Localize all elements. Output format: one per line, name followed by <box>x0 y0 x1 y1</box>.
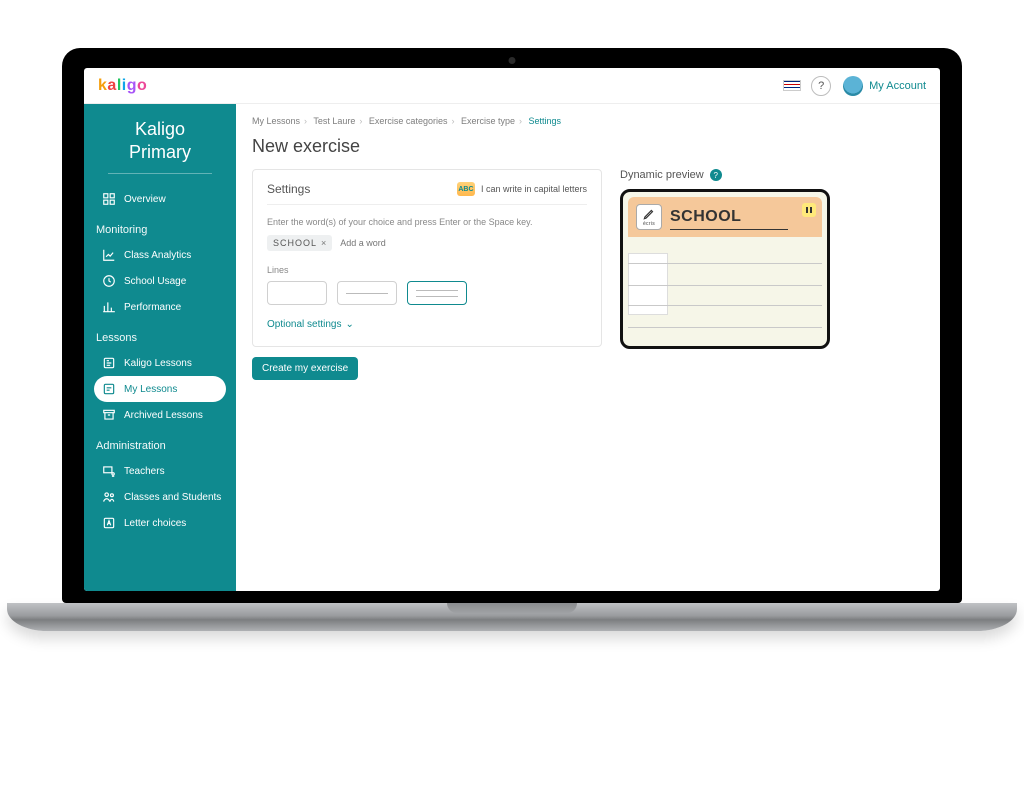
camera-dot <box>509 57 516 64</box>
line-option-double[interactable] <box>407 281 467 305</box>
sidebar-item-teachers[interactable]: Teachers <box>94 458 226 484</box>
sidebar-item-classes-students[interactable]: Classes and Students <box>94 484 226 510</box>
chart-icon <box>102 248 116 262</box>
laptop-mockup: kaligo ? My Account Kaligo Primary <box>62 48 962 631</box>
sidebar-title: Kaligo Primary <box>94 118 226 163</box>
laptop-notch <box>447 603 577 613</box>
account-label: My Account <box>869 80 926 92</box>
capital-letters-icon: ABC <box>457 182 475 196</box>
breadcrumb-link[interactable]: My Lessons <box>252 116 300 126</box>
tablet-preview: écris SCHOOL <box>620 189 830 349</box>
sidebar-section-admin: Administration <box>96 440 224 452</box>
sidebar-item-archived-lessons[interactable]: Archived Lessons <box>94 402 226 428</box>
word-chip-text: SCHOOL <box>273 238 317 248</box>
pencil-icon <box>642 207 656 221</box>
sidebar-section-monitoring: Monitoring <box>96 224 224 236</box>
usage-icon <box>102 274 116 288</box>
sidebar-item-performance[interactable]: Performance <box>94 294 226 320</box>
settings-card: Settings ABC I can write in capital lett… <box>252 169 602 347</box>
info-icon[interactable]: ? <box>710 169 722 181</box>
laptop-base <box>7 603 1017 631</box>
breadcrumb: My Lessons› Test Laure› Exercise categor… <box>252 116 924 126</box>
sidebar-item-label: Performance <box>124 302 181 313</box>
sidebar-item-label: Kaligo Lessons <box>124 358 192 369</box>
sidebar-item-label: Overview <box>124 194 166 205</box>
performance-icon <box>102 300 116 314</box>
my-lessons-icon <box>102 382 116 396</box>
archive-icon <box>102 408 116 422</box>
preview-word: SCHOOL <box>670 208 741 226</box>
sidebar-item-label: School Usage <box>124 276 186 287</box>
breadcrumb-link[interactable]: Exercise categories <box>369 116 448 126</box>
overview-icon <box>102 192 116 206</box>
account-menu[interactable]: My Account <box>843 76 926 96</box>
writing-line <box>628 285 822 286</box>
teachers-icon <box>102 464 116 478</box>
classes-icon <box>102 490 116 504</box>
language-flag-icon[interactable] <box>783 80 801 91</box>
brand-logo[interactable]: kaligo <box>98 77 147 95</box>
sidebar-item-label: My Lessons <box>124 384 177 395</box>
avatar-icon <box>843 76 863 96</box>
preview-underline <box>670 229 788 230</box>
sidebar-item-label: Class Analytics <box>124 250 191 261</box>
pencil-box: écris <box>636 204 662 230</box>
sidebar-divider <box>108 173 212 174</box>
sidebar-item-class-analytics[interactable]: Class Analytics <box>94 242 226 268</box>
sidebar-item-label: Archived Lessons <box>124 410 203 421</box>
sidebar-item-letter-choices[interactable]: Letter choices <box>94 510 226 536</box>
word-hint: Enter the word(s) of your choice and pre… <box>267 217 587 227</box>
sidebar-item-my-lessons[interactable]: My Lessons <box>94 376 226 402</box>
lines-label: Lines <box>267 265 587 275</box>
laptop-screen-frame: kaligo ? My Account Kaligo Primary <box>62 48 962 603</box>
sidebar-item-label: Classes and Students <box>124 492 221 503</box>
word-chip: SCHOOL × <box>267 235 332 251</box>
sidebar-item-kaligo-lessons[interactable]: Kaligo Lessons <box>94 350 226 376</box>
app-screen: kaligo ? My Account Kaligo Primary <box>84 68 940 591</box>
preview-writing-area <box>628 245 822 345</box>
help-button[interactable]: ? <box>811 76 831 96</box>
breadcrumb-current: Settings <box>529 116 562 126</box>
capability-text: I can write in capital letters <box>481 184 587 194</box>
page-title: New exercise <box>252 136 924 157</box>
kaligo-lessons-icon <box>102 356 116 370</box>
main-content: My Lessons› Test Laure› Exercise categor… <box>236 104 940 591</box>
preview-column: Dynamic preview ? écris SCHOOL <box>620 169 924 349</box>
sidebar-section-lessons: Lessons <box>96 332 224 344</box>
pause-icon <box>802 203 816 217</box>
line-option-single[interactable] <box>337 281 397 305</box>
pencil-caption: écris <box>643 221 655 227</box>
create-exercise-button[interactable]: Create my exercise <box>252 357 358 380</box>
writing-line <box>628 263 822 264</box>
breadcrumb-link[interactable]: Test Laure <box>313 116 355 126</box>
app-body: Kaligo Primary Overview Monitoring <box>84 104 940 591</box>
writing-line <box>628 305 822 306</box>
card-divider <box>267 204 587 205</box>
line-option-none[interactable] <box>267 281 327 305</box>
chevron-down-icon: ⌄ <box>346 319 354 330</box>
sidebar: Kaligo Primary Overview Monitoring <box>84 104 236 591</box>
sidebar-item-overview[interactable]: Overview <box>94 186 226 212</box>
letters-icon <box>102 516 116 530</box>
word-input-row: SCHOOL × <box>267 235 587 251</box>
top-bar: kaligo ? My Account <box>84 68 940 104</box>
line-options <box>267 281 587 305</box>
writing-line <box>628 327 822 328</box>
settings-heading: Settings <box>267 182 310 196</box>
sidebar-item-label: Teachers <box>124 466 165 477</box>
preview-header: écris SCHOOL <box>628 197 822 237</box>
sidebar-item-school-usage[interactable]: School Usage <box>94 268 226 294</box>
breadcrumb-link[interactable]: Exercise type <box>461 116 515 126</box>
capability-label: ABC I can write in capital letters <box>457 182 587 196</box>
preview-title: Dynamic preview ? <box>620 169 924 181</box>
add-word-input[interactable] <box>340 238 430 248</box>
sidebar-item-label: Letter choices <box>124 518 186 529</box>
remove-chip-button[interactable]: × <box>321 238 326 248</box>
optional-settings-toggle[interactable]: Optional settings ⌄ <box>267 319 587 330</box>
